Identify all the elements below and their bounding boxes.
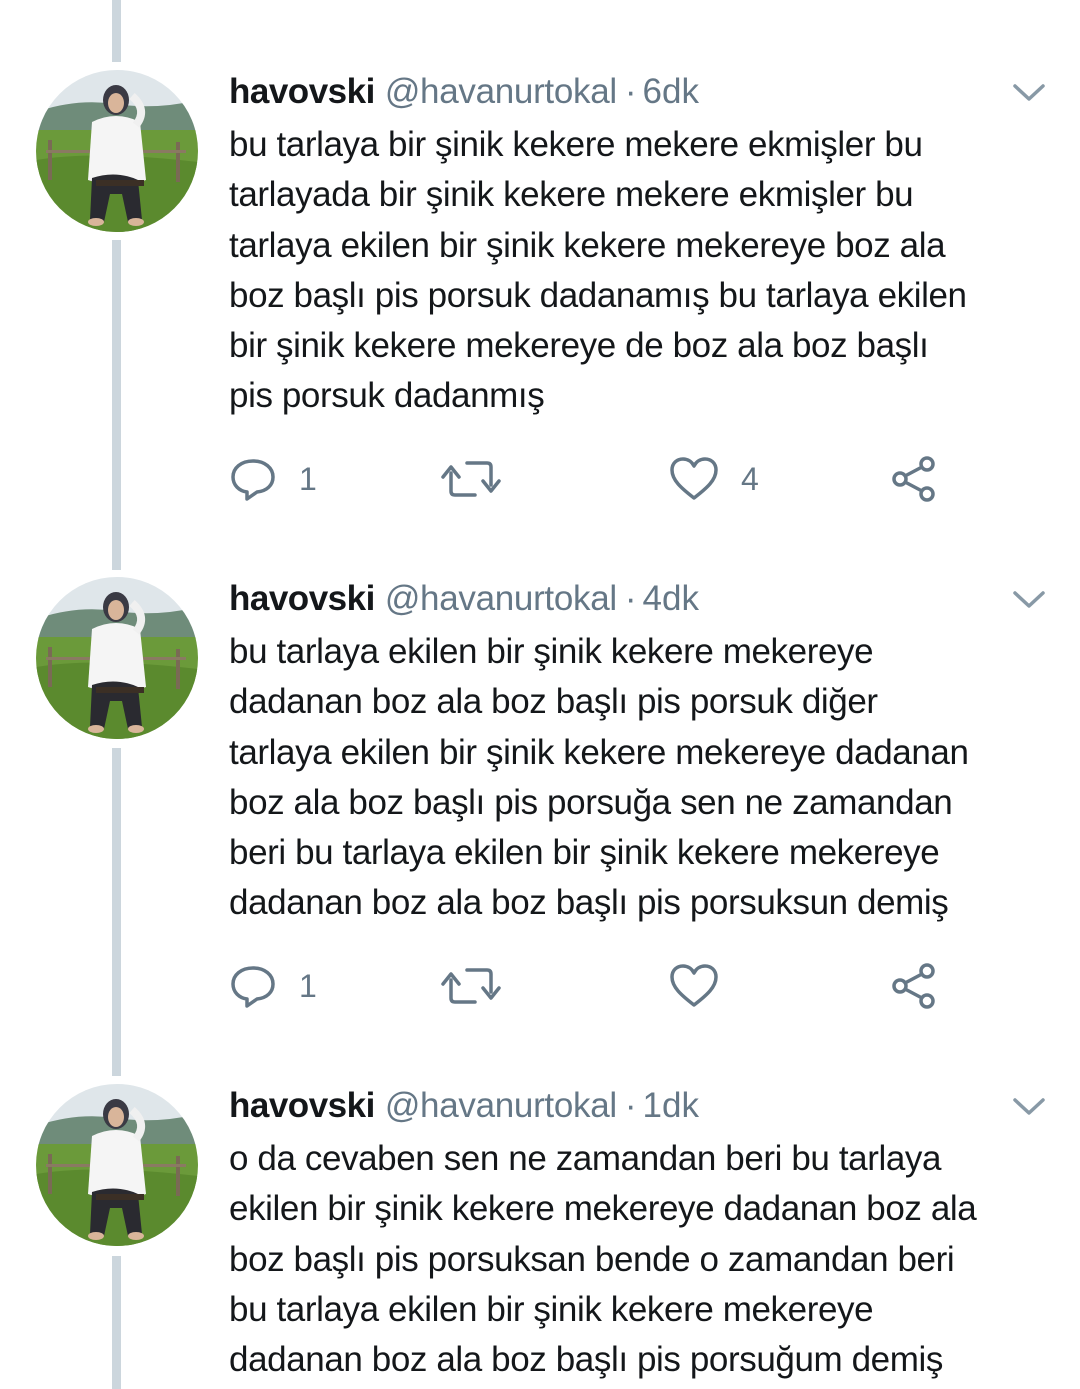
retweet-icon	[441, 968, 501, 1004]
tweet-text-line: pis porsuk dadanmış	[229, 376, 545, 416]
tweet-text-line: tarlaya ekilen bir şinik kekere mekereye…	[229, 225, 946, 265]
tweet-text: bu tarlaya bir şinik kekere mekere ekmiş…	[229, 120, 1059, 422]
display-name[interactable]: havovski	[229, 579, 375, 618]
avatar[interactable]	[36, 577, 198, 739]
like-button[interactable]: 4	[669, 454, 759, 504]
retweet-icon	[441, 461, 501, 497]
tweet-text-line: boz başlı pis porsuksan bende o zamandan…	[229, 1239, 955, 1279]
reply-icon	[231, 459, 275, 501]
thread-line	[112, 0, 121, 62]
separator-dot: ·	[624, 1086, 637, 1125]
reply-button[interactable]: 1	[229, 961, 317, 1011]
reply-icon	[231, 966, 275, 1008]
tweet-text: o da cevaben sen ne zamandan beri bu tar…	[229, 1134, 1059, 1385]
tweet-text-line: bir şinik kekere mekereye de boz ala boz…	[229, 326, 929, 366]
chevron-down-icon[interactable]	[1012, 82, 1046, 104]
tweet-thread: havovski @havanurtokal · 6dk bu tarlaya bir…	[0, 0, 1080, 1389]
user-handle[interactable]: @havanurtokal	[385, 579, 617, 618]
tweet-text-line: boz ala boz başlı pis porsuğa sen ne zam…	[229, 782, 953, 822]
tweet-text-line: dadanan boz ala boz başlı pis porsuksun …	[229, 883, 949, 923]
tweet-text-line: bu tarlaya bir şinik kekere mekere ekmiş…	[229, 125, 923, 164]
thread-line	[112, 240, 121, 570]
tweet-text: bu tarlaya ekilen bir şinik kekere meker…	[229, 627, 1059, 929]
share-button[interactable]	[891, 961, 939, 1011]
tweet-text-line: ekilen bir şinik kekere mekereye dadanan…	[229, 1189, 977, 1229]
reply-count: 1	[299, 460, 317, 497]
heart-icon	[670, 457, 718, 500]
like-count: 4	[741, 460, 759, 497]
timestamp[interactable]: 1dk	[643, 1086, 699, 1125]
share-button[interactable]	[891, 454, 939, 504]
avatar[interactable]	[36, 70, 198, 232]
heart-icon	[670, 964, 718, 1007]
thread-line	[112, 1256, 121, 1389]
tweet-text-line: dadanan boz ala boz başlı pis porsuk diğ…	[229, 682, 878, 722]
retweet-button[interactable]	[441, 961, 523, 1011]
chevron-down-icon[interactable]	[1012, 589, 1046, 611]
tweet-header: havovski @havanurtokal · 6dk	[229, 70, 699, 114]
tweet-text-line: tarlaya ekilen bir şinik kekere mekereye…	[229, 732, 969, 772]
separator-dot: ·	[624, 72, 637, 111]
thread-line	[112, 748, 121, 1076]
avatar[interactable]	[36, 1084, 198, 1246]
tweet-header: havovski @havanurtokal · 4dk	[229, 577, 699, 621]
retweet-button[interactable]	[441, 454, 523, 504]
chevron-down-icon[interactable]	[1012, 1096, 1046, 1118]
display-name[interactable]: havovski	[229, 1086, 375, 1125]
timestamp[interactable]: 4dk	[643, 579, 699, 618]
tweet-header: havovski @havanurtokal · 1dk	[229, 1084, 699, 1128]
tweet-text-line: bu tarlaya ekilen bir şinik kekere meker…	[229, 632, 874, 671]
timestamp[interactable]: 6dk	[643, 72, 699, 111]
tweet-text-line: bu tarlaya ekilen bir şinik kekere meker…	[229, 1289, 874, 1329]
tweet-text-line: o da cevaben sen ne zamandan beri bu tar…	[229, 1139, 942, 1178]
reply-count: 1	[299, 967, 317, 1004]
reply-button[interactable]: 1	[229, 454, 317, 504]
share-icon	[892, 963, 935, 1009]
tweet-actions: 1 4	[229, 454, 989, 504]
user-handle[interactable]: @havanurtokal	[385, 72, 617, 111]
share-icon	[892, 456, 935, 502]
tweet-text-line: dadanan boz ala boz başlı pis porsuğum d…	[229, 1340, 943, 1380]
tweet-text-line: beri bu tarlaya ekilen bir şinik kekere …	[229, 833, 940, 873]
like-button[interactable]	[669, 961, 741, 1011]
tweet-actions: 1	[229, 961, 989, 1011]
user-handle[interactable]: @havanurtokal	[385, 1086, 617, 1125]
tweet-text-line: boz başlı pis porsuk dadanamış bu tarlay…	[229, 275, 967, 315]
separator-dot: ·	[624, 579, 637, 618]
tweet-text-line: tarlayada bir şinik kekere mekere ekmişl…	[229, 175, 914, 215]
display-name[interactable]: havovski	[229, 72, 375, 111]
